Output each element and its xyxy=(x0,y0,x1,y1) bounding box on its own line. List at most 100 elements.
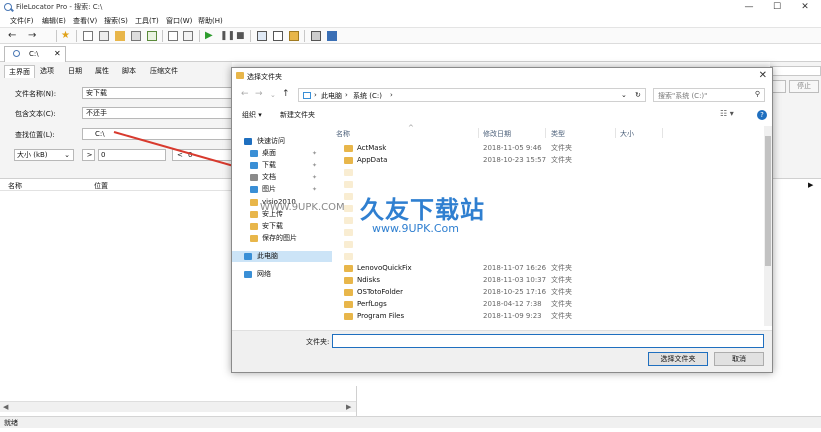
size-unit-select[interactable]: 大小 (kB) ⌄ xyxy=(14,149,74,161)
nav-saved-pictures[interactable]: 保存的图片 xyxy=(232,233,332,244)
list-item[interactable]: Ndisks 2018-11-03 10:37 文件夹 xyxy=(332,274,762,286)
list-item[interactable] xyxy=(332,178,762,190)
column-modified[interactable]: 修改日期 xyxy=(483,129,511,139)
menu-search[interactable]: 搜索(S) xyxy=(104,16,128,26)
chevron-down-icon[interactable]: ⌄ xyxy=(621,91,627,99)
menu-edit[interactable]: 编辑(E) xyxy=(42,16,66,26)
document-tab[interactable]: C:\ ✕ xyxy=(4,46,66,62)
back-arrow-icon[interactable]: ← xyxy=(8,31,18,41)
size-value-1[interactable]: 0 xyxy=(98,149,166,161)
forward-arrow-icon[interactable]: → xyxy=(28,31,38,41)
vertical-scrollbar[interactable] xyxy=(764,126,772,326)
scroll-right-icon[interactable]: ▶ xyxy=(346,403,351,411)
stop-button[interactable]: 停止 xyxy=(789,80,819,93)
print-icon[interactable] xyxy=(311,31,321,41)
contains-text-input[interactable]: 不还手 xyxy=(82,107,232,119)
tab-main[interactable]: 主界面 xyxy=(4,65,35,78)
start-search-icon[interactable]: ▶ xyxy=(205,31,215,41)
dialog-close-button[interactable]: ✕ xyxy=(759,70,767,81)
cancel-button[interactable]: 取消 xyxy=(714,352,764,366)
filter-icon[interactable] xyxy=(289,31,299,41)
maximize-button[interactable]: ☐ xyxy=(763,1,791,13)
nav-downloads[interactable]: 下载 ✦ xyxy=(232,160,332,171)
menu-view[interactable]: 查看(V) xyxy=(73,16,97,26)
select-folder-button[interactable]: 选择文件夹 xyxy=(648,352,708,366)
list-item[interactable] xyxy=(332,226,762,238)
list-item[interactable] xyxy=(332,238,762,250)
menu-help[interactable]: 帮助(H) xyxy=(198,16,223,26)
scrollbar-thumb[interactable] xyxy=(765,136,771,266)
column-name[interactable]: 名称 xyxy=(8,181,22,191)
list-item[interactable]: OSTotoFolder 2018-10-25 17:16 文件夹 xyxy=(332,286,762,298)
nav-documents[interactable]: 文档 ✦ xyxy=(232,172,332,183)
close-icon[interactable]: ✕ xyxy=(54,49,61,58)
view-options-icon[interactable]: ☷ ▾ xyxy=(720,109,734,118)
view-icon[interactable] xyxy=(257,31,267,41)
minimize-button[interactable]: — xyxy=(735,1,763,13)
column-size[interactable]: 大小 xyxy=(620,129,634,139)
breadcrumb-this-pc[interactable]: 此电脑 xyxy=(321,91,342,101)
tab-script[interactable]: 脚本 xyxy=(122,66,136,76)
tab-attributes[interactable]: 属性 xyxy=(95,66,109,76)
list-item[interactable]: AppData 2018-10-23 15:57 文件夹 xyxy=(332,154,762,166)
list-item[interactable] xyxy=(332,250,762,262)
nav-this-pc[interactable]: 此电脑 xyxy=(232,251,332,262)
size-operator-1[interactable]: > xyxy=(82,149,95,161)
start-button[interactable] xyxy=(772,80,786,93)
list-item[interactable]: PerfLogs 2018-04-12 7:38 文件夹 xyxy=(332,298,762,310)
pause-icon[interactable]: ❚❚ xyxy=(220,31,235,41)
export-icon[interactable] xyxy=(147,31,157,41)
open-folder-icon[interactable] xyxy=(115,31,125,41)
up-arrow-icon[interactable]: ↑ xyxy=(282,89,290,99)
nav-visio2010[interactable]: visio2010 xyxy=(232,197,332,208)
refresh-icon[interactable]: ↻ xyxy=(635,91,641,99)
forward-arrow-icon[interactable]: → xyxy=(255,89,263,99)
nav-quick-access[interactable]: 快速访问 xyxy=(232,136,332,147)
breadcrumb-drive-c[interactable]: 系统 (C:) xyxy=(353,91,382,101)
organize-button[interactable]: 组织 ▾ xyxy=(242,110,262,120)
list-item[interactable] xyxy=(332,214,762,226)
nav-network[interactable]: 网络 xyxy=(232,269,332,280)
list-item[interactable] xyxy=(332,166,762,178)
stop-icon[interactable]: ■ xyxy=(236,31,246,41)
options-icon[interactable] xyxy=(273,31,283,41)
menu-file[interactable]: 文件(F) xyxy=(10,16,34,26)
help-icon[interactable]: ? xyxy=(757,110,767,120)
file-name-input[interactable]: 安下载 xyxy=(82,87,232,99)
scroll-left-icon[interactable]: ◀ xyxy=(3,403,8,411)
right-combo[interactable] xyxy=(770,66,821,76)
list-item[interactable]: Program Files 2018-11-09 9:23 文件夹 xyxy=(332,310,762,322)
size-value-2[interactable]: < 0 xyxy=(172,149,232,161)
nav-download-folder[interactable]: 安下载 xyxy=(232,221,332,232)
list-item[interactable] xyxy=(332,190,762,202)
address-bar[interactable]: › 此电脑 › 系统 (C:) › ⌄ ↻ xyxy=(298,88,646,102)
favorite-star-icon[interactable]: ★ xyxy=(61,31,71,41)
nav-pictures[interactable]: 图片 ✦ xyxy=(232,184,332,195)
list-item[interactable] xyxy=(332,202,762,214)
back-arrow-icon[interactable]: ← xyxy=(241,89,249,99)
column-type[interactable]: 类型 xyxy=(551,129,565,139)
tab-archive[interactable]: 压缩文件 xyxy=(150,66,178,76)
column-name[interactable]: 名称 xyxy=(336,129,350,139)
nav-upload[interactable]: 安上传 xyxy=(232,209,332,220)
nav-desktop[interactable]: 桌面 ✦ xyxy=(232,148,332,159)
menu-window[interactable]: 窗口(W) xyxy=(166,16,192,26)
tab-options[interactable]: 选项 xyxy=(40,66,54,76)
list-item[interactable]: LenovoQuickFix 2018-11-07 16:26 文件夹 xyxy=(332,262,762,274)
new-folder-button[interactable]: 新建文件夹 xyxy=(280,110,315,120)
column-location[interactable]: 位置 xyxy=(94,181,108,191)
tab-date[interactable]: 日期 xyxy=(68,66,82,76)
horizontal-scrollbar[interactable]: ◀ ▶ xyxy=(0,401,356,412)
list-item[interactable]: ActMask 2018-11-05 9:46 文件夹 xyxy=(332,142,762,154)
copy-icon[interactable] xyxy=(99,31,109,41)
look-in-input[interactable]: C:\ xyxy=(82,128,232,140)
book-icon[interactable] xyxy=(327,31,337,41)
chevron-down-icon[interactable]: ⌄ xyxy=(270,91,276,99)
close-button[interactable]: ✕ xyxy=(791,1,819,13)
page-icon[interactable] xyxy=(168,31,178,41)
save-icon[interactable] xyxy=(131,31,141,41)
new-file-icon[interactable] xyxy=(83,31,93,41)
scroll-right-icon[interactable]: ▶ xyxy=(808,181,813,189)
page-lines-icon[interactable] xyxy=(183,31,193,41)
folder-input[interactable] xyxy=(332,334,764,348)
